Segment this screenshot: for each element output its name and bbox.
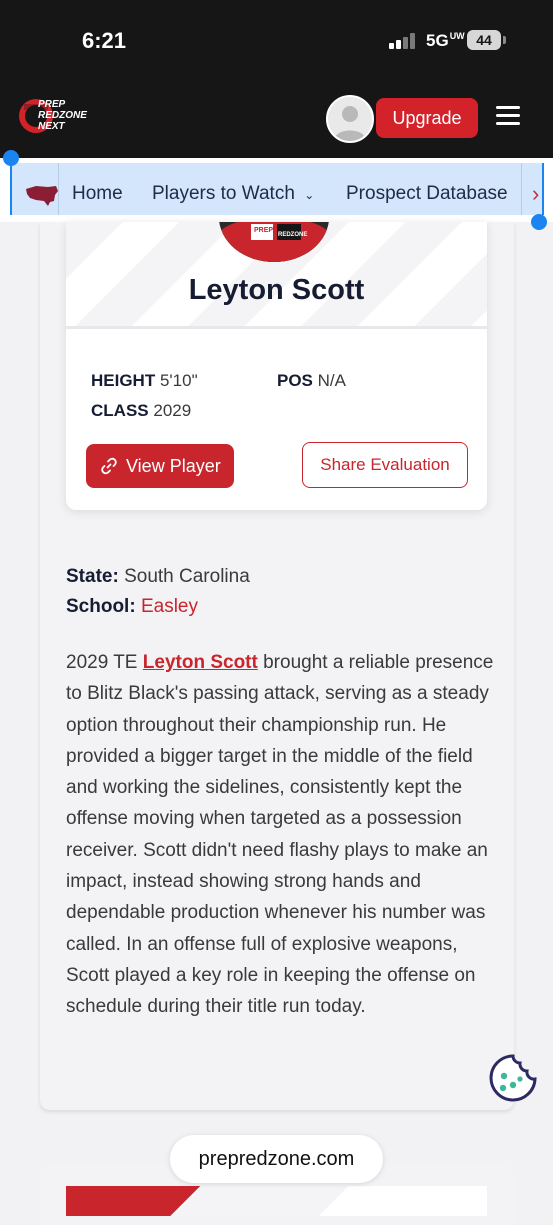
height-stat: HEIGHT 5'10" — [91, 371, 198, 391]
usa-map-icon[interactable] — [24, 183, 60, 207]
next-player-card — [66, 1186, 487, 1216]
cookie-settings-icon[interactable] — [487, 1052, 539, 1104]
menu-icon[interactable] — [496, 106, 520, 126]
selection-handle-start[interactable] — [3, 150, 19, 166]
svg-text:NEXT: NEXT — [38, 121, 66, 132]
svg-text:REDZONE: REDZONE — [278, 232, 307, 238]
network-indicator: 5GUW — [426, 31, 465, 50]
nav-strip: Home Players to Watch ⌄ Prospect Databas… — [10, 163, 544, 215]
battery-icon: 44 — [467, 30, 501, 50]
evaluation-text: 2029 TE Leyton Scott brought a reliable … — [66, 647, 496, 1023]
share-evaluation-button[interactable]: Share Evaluation — [302, 442, 468, 488]
school-line: School: Easley — [66, 596, 198, 618]
player-photo: PREP REDZONE — [219, 222, 329, 262]
prep-redzone-logo[interactable]: PREP REDZONE NEXT — [18, 96, 102, 136]
nav-item-home[interactable]: Home — [72, 183, 123, 205]
site-header: PREP REDZONE NEXT Upgrade — [0, 80, 553, 158]
selection-handle-end[interactable] — [531, 214, 547, 230]
upgrade-button[interactable]: Upgrade — [376, 98, 478, 138]
link-icon — [101, 457, 117, 475]
view-player-button[interactable]: View Player — [86, 444, 234, 488]
article-prefix: 2029 TE — [66, 652, 143, 673]
browser-url-bar[interactable]: prepredzone.com — [170, 1135, 383, 1183]
user-avatar[interactable] — [326, 95, 374, 143]
position-label: POS — [277, 371, 313, 390]
nav-item-prospect-database[interactable]: Prospect Database — [346, 183, 508, 205]
nav-divider — [521, 163, 522, 215]
chevron-down-icon: ⌄ — [304, 188, 315, 202]
position-value: N/A — [317, 371, 346, 390]
svg-text:PREP: PREP — [38, 99, 66, 110]
player-name-link[interactable]: Leyton Scott — [143, 652, 258, 673]
class-value: 2029 — [153, 401, 192, 420]
player-name: Leyton Scott — [188, 274, 365, 306]
cellular-signal-icon — [389, 33, 417, 49]
height-value: 5'10" — [159, 371, 198, 390]
nav-item-players-to-watch[interactable]: Players to Watch ⌄ — [152, 183, 314, 205]
nav-divider — [58, 163, 59, 215]
view-player-label: View Player — [126, 456, 221, 476]
main-nav: Home Players to Watch ⌄ Prospect Databas… — [0, 150, 553, 230]
status-time: 6:21 — [82, 28, 127, 53]
nav-item-label: Players to Watch — [152, 183, 295, 204]
class-label: CLASS — [91, 401, 149, 420]
player-card-header: PREP REDZONE Leyton Scott — [66, 222, 487, 329]
position-stat: POS N/A — [277, 371, 346, 391]
chevron-right-icon[interactable]: › — [532, 181, 539, 207]
state-line: State: South Carolina — [66, 566, 250, 588]
player-card: PREP REDZONE Leyton Scott HEIGHT 5'10" P… — [66, 222, 487, 510]
class-stat: CLASS 2029 — [91, 401, 191, 421]
svg-text:REDZONE: REDZONE — [38, 110, 87, 121]
article-body: brought a reliable presence to Blitz Bla… — [66, 652, 494, 1018]
school-label: School: — [66, 596, 136, 617]
state-label: State: — [66, 566, 119, 587]
battery-nub — [503, 36, 506, 44]
state-value: South Carolina — [124, 566, 250, 587]
school-link[interactable]: Easley — [141, 596, 198, 617]
height-label: HEIGHT — [91, 371, 156, 390]
status-bar: 6:21 5GUW 44 — [0, 0, 553, 80]
svg-text:PREP: PREP — [254, 227, 273, 234]
